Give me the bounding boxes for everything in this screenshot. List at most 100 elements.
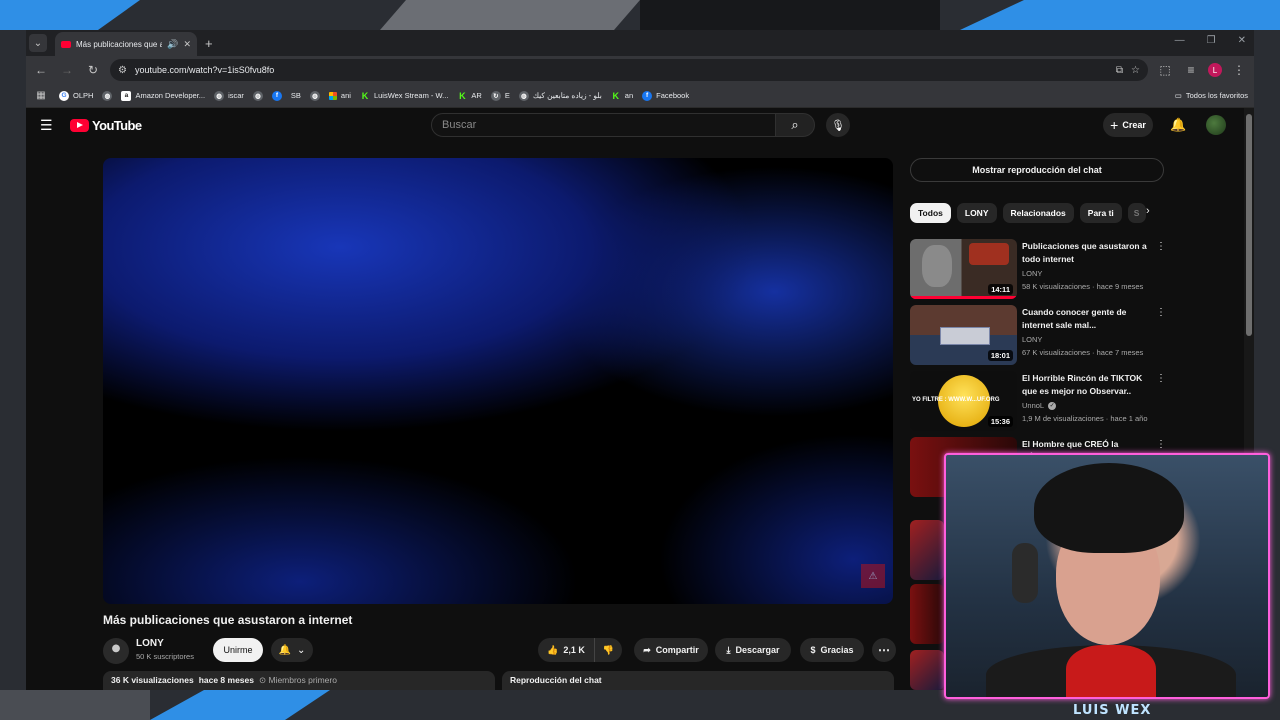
bookmark-item[interactable]: ◍ iscar	[214, 90, 244, 101]
join-button[interactable]: Unirme	[213, 638, 263, 662]
address-bar[interactable]: ⚙ youtube.com/watch?v=1isS0fvu8fo ⧉ ☆	[110, 59, 1148, 81]
forward-icon[interactable]: →	[58, 63, 76, 77]
bookmark-item[interactable]: ◍	[102, 90, 113, 101]
subscription-bell-button[interactable]: 🔔 ⌄	[271, 638, 313, 662]
bookmarks-bar: ▦ G OLPH ◍ a Amazon Developer... ◍ iscar ◍ …	[26, 84, 1254, 115]
youtube-logo[interactable]: YouTube	[70, 118, 142, 133]
description-box[interactable]: 36 K visualizaciones hace 8 meses ⊙ Miem…	[103, 671, 495, 690]
chat-replay-panel-header[interactable]: Reproducción del chat	[502, 671, 894, 690]
channel-name[interactable]: LONY	[136, 638, 164, 649]
bookmark-item[interactable]: G OLPH	[59, 90, 93, 101]
video-thumbnail[interactable]: 18:01	[910, 305, 1017, 365]
back-icon[interactable]: ←	[32, 63, 50, 77]
chip-for-you[interactable]: Para ti	[1079, 203, 1122, 223]
cast-icon[interactable]: ⧉	[1116, 65, 1123, 76]
bookmark-item[interactable]: f Facebook	[642, 90, 689, 101]
bookmark-item[interactable]: Kan	[611, 90, 634, 101]
close-tab-icon[interactable]: ✕	[183, 39, 191, 50]
recommendation-item[interactable]: YO FILTRE : WWW.W...UF.ORG 15:36 El Horr…	[910, 371, 1166, 431]
account-avatar[interactable]	[1206, 115, 1226, 135]
overlay-blue-shape-bottom	[150, 690, 330, 720]
new-tab-icon[interactable]: +	[205, 36, 213, 51]
download-button[interactable]: ⤓ Descargar	[715, 638, 791, 662]
youtube-favicon-icon	[61, 40, 71, 48]
search-button[interactable]: ⌕	[775, 113, 815, 137]
globe-icon: ◍	[252, 90, 263, 101]
menu-icon[interactable]: ☰	[40, 117, 53, 134]
bookmark-item[interactable]: ↻ E	[490, 90, 510, 101]
like-button[interactable]: 👍 2,1 K	[538, 638, 594, 662]
video-thumbnail[interactable]: YO FILTRE : WWW.W...UF.ORG 15:36	[910, 371, 1017, 431]
recommendation-item[interactable]: 14:11 Publicaciones que asustaron a todo…	[910, 239, 1166, 299]
thanks-button[interactable]: $ Gracias	[800, 638, 864, 662]
video-thumbnail[interactable]	[910, 584, 944, 644]
chip-truncated[interactable]: S	[1127, 203, 1146, 223]
tab-search-icon[interactable]: ⌄	[29, 34, 47, 52]
video-thumbnail[interactable]	[910, 520, 944, 580]
show-chat-replay-button[interactable]: Mostrar reproducción del chat	[910, 158, 1164, 182]
bookmark-item[interactable]: K AR	[457, 90, 482, 101]
channel-avatar[interactable]	[103, 638, 129, 664]
speaker-icon[interactable]: 🔊	[167, 39, 178, 50]
recommendation-channel[interactable]: LONY	[1022, 335, 1042, 344]
video-thumbnail[interactable]	[910, 650, 944, 690]
overlay-dark-shape-top	[640, 0, 940, 30]
chip-lony[interactable]: LONY	[956, 203, 997, 223]
extensions-icon[interactable]: ⬚	[1156, 63, 1174, 77]
bookmark-item[interactable]: a Amazon Developer...	[121, 90, 205, 101]
dislike-button[interactable]: 👎	[594, 638, 622, 662]
kebab-menu-icon[interactable]: ⋮	[1156, 439, 1166, 450]
chip-related[interactable]: Relacionados	[1002, 203, 1074, 223]
recommendation-channel[interactable]: UnnoL ✓	[1022, 401, 1057, 410]
folder-icon: ▭	[1174, 91, 1182, 100]
recommendation-item[interactable]	[910, 520, 944, 580]
bookmark-item[interactable]: K LuisWex Stream - W...	[360, 91, 449, 101]
kebab-menu-icon[interactable]: ⋮	[1156, 307, 1166, 318]
recommendation-item[interactable]	[910, 584, 944, 644]
recommendation-title[interactable]: Publicaciones que asustaron a todo inter…	[1022, 240, 1150, 266]
notifications-icon[interactable]: 🔔	[1170, 117, 1186, 133]
all-bookmarks[interactable]: ▭ Todos los favoritos	[1175, 91, 1248, 100]
minimize-icon[interactable]: —	[1175, 35, 1185, 46]
more-actions-icon[interactable]: ⋯	[872, 638, 896, 662]
recommendation-item[interactable]: 18:01 Cuando conocer gente de internet s…	[910, 305, 1166, 365]
tab-active[interactable]: Más publicaciones que asustaron a intern…	[55, 32, 197, 56]
search-input[interactable]: Buscar	[431, 113, 776, 137]
bookmark-item[interactable]: f	[271, 90, 282, 101]
recommendation-channel[interactable]: LONY	[1022, 269, 1042, 278]
duration-badge: 14:11	[988, 284, 1013, 295]
bookmark-item[interactable]: ani	[328, 91, 351, 100]
kick-icon: K	[459, 90, 466, 101]
video-player[interactable]: ⚠	[103, 158, 893, 604]
bookmark-item[interactable]: ◍ بلو - زياده متابعين كيك	[518, 90, 602, 101]
bookmark-item[interactable]: ◍	[252, 90, 263, 101]
bookmark-item[interactable]: SB	[26, 91, 1254, 115]
bookmark-star-icon[interactable]: ☆	[1131, 65, 1140, 76]
recommendation-title[interactable]: Cuando conocer gente de internet sale ma…	[1022, 306, 1150, 332]
restore-icon[interactable]: ❐	[1207, 35, 1216, 46]
share-button[interactable]: ➦ Compartir	[634, 638, 708, 662]
profile-avatar[interactable]: L	[1208, 63, 1222, 77]
facebook-icon: f	[271, 90, 282, 101]
kebab-menu-icon[interactable]: ⋮	[1156, 241, 1166, 252]
recommendation-title[interactable]: El Horrible Rincón de TIKTOK que es mejo…	[1022, 372, 1150, 398]
overlay-grey-shape-bottom	[0, 690, 150, 720]
media-controls-icon[interactable]: ≡	[1182, 63, 1200, 77]
video-thumbnail[interactable]: 14:11	[910, 239, 1017, 299]
share-icon: ➦	[643, 644, 651, 655]
site-info-icon[interactable]: ⚙	[118, 65, 127, 76]
channel-watermark[interactable]: ⚠	[861, 564, 885, 588]
create-button[interactable]: + Crear	[1103, 113, 1153, 137]
apps-grid-icon[interactable]: ▦	[32, 90, 50, 101]
browser-menu-icon[interactable]: ⋮	[1230, 63, 1248, 77]
kick-icon: K	[612, 90, 620, 101]
chevron-right-icon[interactable]: ›	[1146, 205, 1150, 217]
bookmark-item[interactable]: ◍	[309, 90, 320, 101]
close-window-icon[interactable]: ✕	[1238, 35, 1246, 46]
chip-all[interactable]: Todos	[910, 203, 951, 223]
voice-search-button[interactable]: 🎙	[826, 113, 850, 137]
kebab-menu-icon[interactable]: ⋮	[1156, 373, 1166, 384]
reload-icon[interactable]: ↻	[84, 63, 102, 77]
recommendation-item[interactable]	[910, 650, 944, 690]
scrollbar-thumb[interactable]	[1246, 114, 1252, 336]
